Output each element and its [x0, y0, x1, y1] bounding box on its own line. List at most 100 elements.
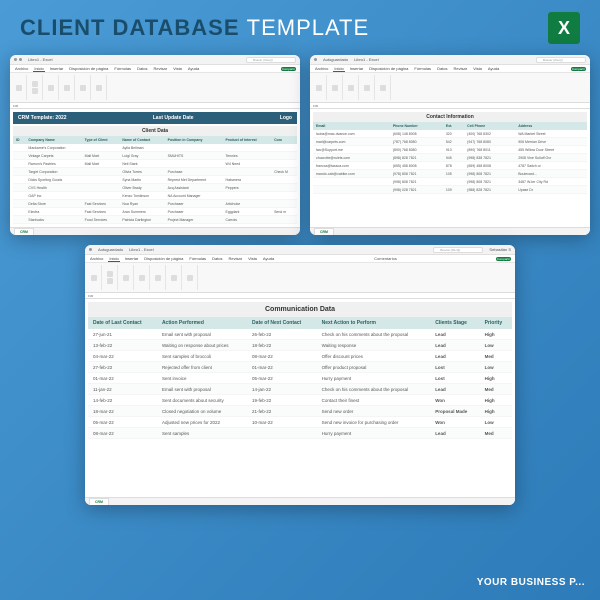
cell[interactable]: Purchaser: [165, 200, 223, 208]
communication-data-table[interactable]: Date of Last ContactAction PerformedDate…: [88, 317, 512, 439]
cell[interactable]: mari@carpets.com: [313, 138, 390, 146]
menu-inicio[interactable]: Inicio: [108, 256, 119, 262]
ribbon-cells[interactable]: [167, 265, 182, 290]
table-row[interactable]: 13-feb-22Waiting on response about price…: [88, 340, 512, 351]
cell[interactable]: Fast Services: [82, 200, 120, 208]
cell[interactable]: [13, 200, 25, 208]
cell[interactable]: Dicks Sporting Goods: [25, 176, 81, 184]
cell[interactable]: Sent samples: [157, 428, 247, 439]
cell[interactable]: Aran Summers: [119, 208, 164, 216]
cell[interactable]: francca@tassca.com: [313, 162, 390, 170]
cell[interactable]: High: [480, 406, 512, 417]
number-icon[interactable]: [64, 85, 70, 91]
cell[interactable]: 4787 Saitch or: [515, 162, 587, 170]
cell[interactable]: 109: [443, 186, 464, 194]
font-icon[interactable]: [32, 81, 38, 87]
cell[interactable]: Lead: [430, 428, 479, 439]
window-control-icon[interactable]: [89, 248, 92, 251]
cell[interactable]: Lead: [430, 329, 479, 340]
cell[interactable]: 27-jun-21: [88, 329, 157, 340]
sort-icon[interactable]: [187, 275, 193, 281]
cell[interactable]: [165, 144, 223, 152]
share-button[interactable]: Compartir: [571, 67, 586, 71]
cell[interactable]: Purchaser: [165, 208, 223, 216]
column-header[interactable]: Name of Contact: [119, 136, 164, 144]
ribbon-font[interactable]: [103, 265, 118, 290]
menu-datos[interactable]: Datos: [136, 66, 148, 71]
cell[interactable]: Aylla Bellman: [119, 144, 164, 152]
cell[interactable]: [82, 168, 120, 176]
cell[interactable]: (998) 028 7821: [390, 186, 443, 194]
cell[interactable]: Lost: [430, 362, 479, 373]
ribbon-clipboard[interactable]: [12, 75, 27, 100]
table-row[interactable]: 27-jun-21Email sent with proposal26-feb-…: [88, 329, 512, 340]
menu-inicio[interactable]: Inicio: [333, 66, 344, 72]
sheet-tab-crm[interactable]: CRM: [14, 228, 34, 235]
cell[interactable]: Offer product proposal: [317, 362, 431, 373]
menu-vista[interactable]: Vista: [172, 66, 183, 71]
menu-insertar[interactable]: Insertar: [49, 66, 65, 71]
cell[interactable]: Represt Met Department: [165, 176, 223, 184]
cell[interactable]: Tennies: [223, 152, 272, 160]
table-row[interactable]: mari@carpets.com(787) 768 8080542(947) 7…: [313, 138, 587, 146]
cell[interactable]: 13-feb-22: [88, 340, 157, 351]
table-row[interactable]: lcoba@mac-dvance.com(608) 148 8008320(40…: [313, 130, 587, 138]
sheet-tab-crm[interactable]: CRM: [89, 498, 109, 505]
search-input[interactable]: Buscar (Alt+Q): [246, 57, 296, 63]
cell[interactable]: Check M: [271, 168, 297, 176]
cell[interactable]: Oliver Brady: [119, 184, 164, 192]
cell[interactable]: [313, 178, 390, 186]
sheet-tab-crm[interactable]: CRM: [314, 228, 334, 235]
column-header[interactable]: Date of Last Contact: [88, 317, 157, 329]
cell[interactable]: Lost: [430, 373, 479, 384]
column-header[interactable]: Type of Client: [82, 136, 120, 144]
cell[interactable]: [13, 208, 25, 216]
cell[interactable]: [13, 176, 25, 184]
table-row[interactable]: Delta StoreFast ServicesNoa RyanPurchase…: [13, 200, 297, 208]
menu-revisar[interactable]: Revisar: [453, 66, 469, 71]
column-header[interactable]: Phone Number: [390, 122, 443, 130]
cell[interactable]: Fast Services: [82, 208, 120, 216]
cell[interactable]: [13, 184, 25, 192]
sheet-area[interactable]: Contact Information EmailPhone NumberExt…: [310, 109, 590, 227]
cell[interactable]: (659) 458 8008: [464, 162, 515, 170]
cell[interactable]: [223, 168, 272, 176]
cell[interactable]: Upase Dr: [515, 186, 587, 194]
table-row[interactable]: 27-feb-22Rejected offer from client01-ma…: [88, 362, 512, 373]
cell[interactable]: Lead: [430, 351, 479, 362]
cell[interactable]: Neil Stark: [119, 160, 164, 168]
column-header[interactable]: Company Name: [25, 136, 81, 144]
paste-icon[interactable]: [16, 85, 22, 91]
table-row[interactable]: Dicks Sporting GoodsSyna MartinReprest M…: [13, 176, 297, 184]
menu-vista[interactable]: Vista: [247, 256, 258, 261]
cell[interactable]: Rejected offer from client: [157, 362, 247, 373]
cell[interactable]: [82, 184, 120, 192]
menu-disposicion[interactable]: Disposición de página: [143, 256, 184, 261]
table-row[interactable]: StarbucksFood ServicesPatricia Darlingto…: [13, 216, 297, 224]
paste-icon[interactable]: [316, 85, 322, 91]
cell[interactable]: lwu@Support.me: [313, 146, 390, 154]
cell[interactable]: 05-mar-22: [88, 417, 157, 428]
cells-icon[interactable]: [96, 85, 102, 91]
cell[interactable]: Purchase: [165, 168, 223, 176]
cell[interactable]: 542: [443, 138, 464, 146]
number-icon[interactable]: [139, 275, 145, 281]
sheet-area[interactable]: CRM Template: 2022 Last Update Date Logo…: [10, 109, 300, 227]
table-row[interactable]: Vintage CarpetsMall MartLuigi GraySMUHIT…: [13, 152, 297, 160]
cell[interactable]: (898) 828 7821: [390, 154, 443, 162]
cell[interactable]: 910: [443, 146, 464, 154]
ribbon-number[interactable]: [360, 75, 375, 100]
cell[interactable]: Email sent with proposal: [157, 384, 247, 395]
table-row[interactable]: ElectraFast ServicesAran SummersPurchase…: [13, 208, 297, 216]
cell[interactable]: 01-mar-22: [247, 362, 317, 373]
cell[interactable]: Project Manager: [165, 216, 223, 224]
menu-datos[interactable]: Datos: [436, 66, 448, 71]
ribbon-font[interactable]: [28, 75, 43, 100]
cell[interactable]: High: [480, 395, 512, 406]
cell[interactable]: (988) 828 7821: [464, 186, 515, 194]
cell[interactable]: 08-mar-22: [247, 351, 317, 362]
client-data-table[interactable]: IDCompany NameType of ClientName of Cont…: [13, 136, 297, 224]
cell[interactable]: Check on his comments about the proposal: [317, 384, 431, 395]
sheet-area[interactable]: Communication Data Date of Last ContactA…: [85, 299, 515, 497]
table-row[interactable]: (998) 808 7821(998) 808 78213487 W-ter C…: [313, 178, 587, 186]
